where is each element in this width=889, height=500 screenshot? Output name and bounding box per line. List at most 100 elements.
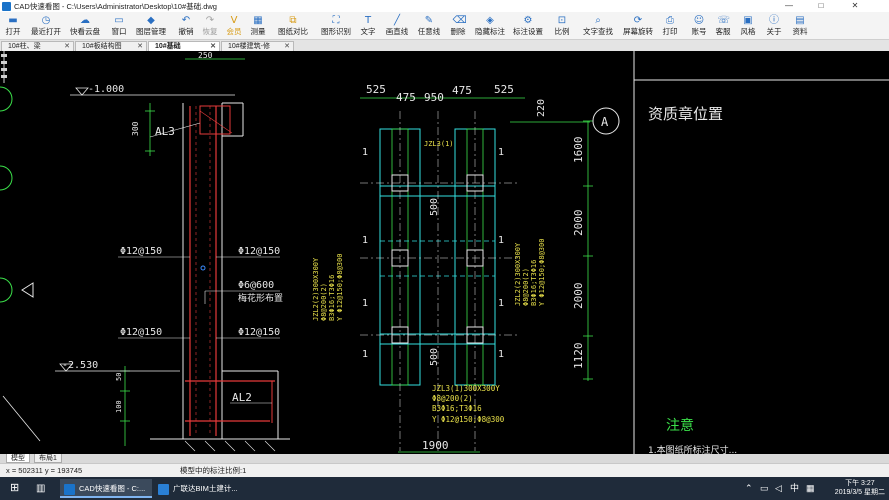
tab-10-slab[interactable]: 10#板结构图 ✕ [75,41,147,51]
rebar-label-left-bottom: Φ12@150 [120,327,162,338]
settings-icon: ⚙ [523,15,533,26]
keyboard-icon[interactable]: ▦ [806,477,815,500]
elevation-top: -1.000 [88,84,124,95]
close-button[interactable]: ✕ [840,0,870,12]
tab-10-architecture[interactable]: 10#楼建筑-修 ✕ [221,41,294,51]
pencil-icon: ✎ [424,15,434,26]
tab-layout1[interactable]: 布局1 [34,454,62,463]
text-search-button[interactable]: ⌕ 文字查找 [582,14,614,38]
vip-button[interactable]: V 会员 [224,14,244,38]
start-icon[interactable]: ⊞ [10,477,19,500]
dim-50: 50 [115,373,123,381]
rebar-label-left-top: Φ12@150 [120,246,162,257]
hide-dims-button[interactable]: ◈ 隐藏标注 [474,14,506,38]
taskbar-app-cad[interactable]: CAD快速看图 - C:... [60,479,152,498]
about-button[interactable]: ⓘ 关于 [764,14,784,38]
notes-title: 注意 [666,417,694,434]
cloud-icon: ☁ [80,15,90,26]
main-toolbar: ▬ 打开 ◷ 最近打开 ☁ 快看云盘 ▭ 窗口 ◆ 图层管理 ↶ 撤销 ↷ 恢复 V 会员 ▦ 测… [0,12,889,40]
app-logo-icon [2,1,11,11]
jzl-left-line3: B3Φ16;T3Φ16 [328,275,336,321]
jzl-right-line2: Φ8@200(2) [522,268,530,306]
window-titlebar: CAD快速看图 - C:\Users\Administrator\Desktop… [0,0,889,12]
delete-button[interactable]: ⌫ 删除 [448,14,468,38]
freehand-button[interactable]: ✎ 任意线 [417,14,441,38]
tie-note: 梅花形布置 [238,292,283,304]
maximize-button[interactable]: □ [806,0,836,12]
dim-top-3: 950 [424,91,444,104]
dim-220: 220 [536,99,547,117]
dimension-scale-text: 模型中的标注比例:1 [180,466,247,475]
tray-expand-icon[interactable]: ⌃ [745,477,753,500]
dim-settings-button[interactable]: ⚙ 标注设置 [512,14,544,38]
section-mark-2: 1 [362,235,368,246]
dim-right-2000a: 2000 [572,210,585,237]
windows-taskbar: ⊞ ▥ CAD快速看图 - C:... 广联达BIM土建计... ⌃ ▭ ◁ 中… [0,477,889,500]
style-button[interactable]: ▣ 风格 [738,14,758,38]
cad-drawing: 250 300 50 100 -1.000 -2.530 AL3 AL2 Φ12… [0,51,889,454]
dim-top-4: 475 [452,84,472,97]
section-mark-4: 1 [498,147,504,158]
style-icon: ▣ [743,15,753,26]
axis-bubble-a: A [601,115,609,129]
resources-button[interactable]: ▤ 资料 [790,14,810,38]
cursor-coordinates: x = 502311 y = 193745 [6,466,83,475]
scale-icon: ⊡ [557,15,567,26]
service-button[interactable]: ☏ 客服 [713,14,733,38]
jzl-bottom-line2: Φ8@200(2) [432,394,473,403]
recognize-icon: ⛶ [332,15,340,26]
print-icon: ⎙ [666,15,674,26]
zoom-scrollbar[interactable] [0,51,8,83]
folder-icon: ▬ [8,15,18,26]
label-al3: AL3 [155,125,175,138]
rebar-label-right-top: Φ12@150 [238,246,280,257]
nav-left-arrow-icon [21,282,34,298]
text-icon: T [364,15,372,26]
rotate-button[interactable]: ⟳ 屏幕旋转 [622,14,654,38]
compare-button[interactable]: ⧉ 图纸对比 [277,14,309,38]
jzl-right-line3: B3Φ16;T3Φ16 [530,260,538,306]
tab-10-column-beam[interactable]: 10#柱、梁 ✕ [1,41,74,51]
recent-button[interactable]: ◷ 最近打开 [30,14,62,38]
dim-right-2000b: 2000 [572,283,585,310]
draw-line-button[interactable]: ╱ 画直线 [385,14,409,38]
label-al2: AL2 [232,391,252,404]
volume-icon[interactable]: ◁ [775,477,782,500]
redo-icon: ↷ [205,15,215,26]
drawing-canvas[interactable]: 250 300 50 100 -1.000 -2.530 AL3 AL2 Φ12… [0,51,889,454]
jzl-left-line2: Φ8@200(2) [320,283,328,321]
minimize-button[interactable]: — [774,0,804,12]
jzl-bottom-line3: B3Φ16;T3Φ16 [432,404,482,413]
book-icon: ▤ [795,15,805,26]
notes-text: 1.本图纸所标注尺寸... [648,444,737,454]
scale-button[interactable]: ⊡ 比例 [552,14,572,38]
cloud-button[interactable]: ☁ 快看云盘 [69,14,101,38]
network-icon[interactable]: ▭ [760,477,769,500]
measure-button[interactable]: ▦ 测量 [248,14,268,38]
open-button[interactable]: ▬ 打开 [2,14,24,38]
task-view-icon[interactable]: ▥ [36,477,45,500]
rotate-icon: ⟳ [633,15,643,26]
undo-button[interactable]: ↶ 撤销 [176,14,196,38]
taskbar-app-bim[interactable]: 广联达BIM土建计... [154,479,246,498]
account-button[interactable]: ☺ 账号 [689,14,709,38]
line-icon: ╱ [393,15,401,26]
layer-manager-button[interactable]: ◆ 图层管理 [135,14,167,38]
dim-right-1600: 1600 [572,137,585,164]
tab-10-foundation[interactable]: 10#基础 ✕ [148,41,220,51]
dim-100: 100 [115,400,123,413]
compare-icon: ⧉ [289,15,297,26]
redo-button[interactable]: ↷ 恢复 [200,14,220,38]
text-button[interactable]: T 文字 [358,14,378,38]
system-clock[interactable]: 下午 3:27 2019/3/5 星期二 [835,479,885,497]
recognize-button[interactable]: ⛶ 图形识别 [320,14,352,38]
tab-model[interactable]: 模型 [6,454,30,463]
jzl-left-line1: JZL2(2)300X300Y [312,257,320,321]
undo-icon: ↶ [181,15,191,26]
input-language[interactable]: 中 [790,477,799,500]
print-button[interactable]: ⎙ 打印 [660,14,680,38]
window-menu-button[interactable]: ▭ 窗口 [108,14,130,38]
text-search-icon: ⌕ [595,15,601,26]
cad-app-icon [64,483,75,495]
dim-500-upper: 500 [429,198,440,216]
